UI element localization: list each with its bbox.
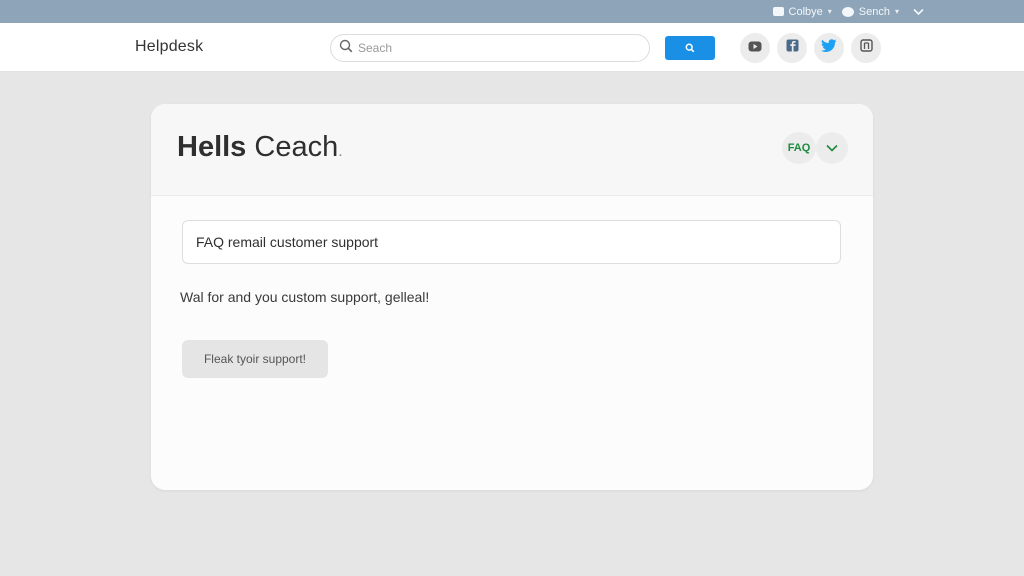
caret-icon: ▾ <box>894 7 899 16</box>
topbar-item-sench-label: Sench <box>858 5 890 18</box>
instagram-icon <box>859 39 873 57</box>
facebook-icon <box>786 39 799 57</box>
support-button[interactable]: Fleak tyoir support! <box>182 340 328 378</box>
chevron-down-icon[interactable] <box>913 8 924 16</box>
app-header: Helpdesk <box>0 23 1024 72</box>
chevron-down-icon <box>826 139 838 157</box>
card-title-dot: . <box>338 143 343 160</box>
twitter-button[interactable] <box>814 33 844 63</box>
help-card: Hells Ceach. FAQ Wal for and you custom … <box>151 104 873 490</box>
card-header: Hells Ceach. FAQ <box>151 104 873 196</box>
faq-badge[interactable]: FAQ <box>782 132 816 164</box>
twitter-icon <box>821 39 837 57</box>
brand-title: Helpdesk <box>135 38 204 55</box>
support-query-input[interactable] <box>182 220 841 264</box>
top-system-bar: Colbye ▾ Sench ▾ <box>0 0 1024 23</box>
support-message: Wal for and you custom support, gelleal! <box>180 289 430 305</box>
chat-icon <box>772 7 784 16</box>
card-title-bold: Hells <box>177 131 247 163</box>
cloud-icon <box>841 6 854 17</box>
search-input[interactable] <box>358 41 638 55</box>
topbar-item-colbye-label: Colbye <box>788 5 823 18</box>
caret-icon: ▾ <box>827 7 832 16</box>
youtube-button[interactable] <box>740 33 770 63</box>
topbar-item-sench[interactable]: Sench ▾ <box>841 5 899 18</box>
youtube-icon <box>748 39 762 57</box>
faq-toggle-button[interactable] <box>816 132 848 164</box>
topbar-item-colbye[interactable]: Colbye ▾ <box>772 5 832 18</box>
search-box[interactable] <box>330 34 650 62</box>
search-icon <box>339 39 353 58</box>
facebook-button[interactable] <box>777 33 807 63</box>
card-title: Hells Ceach. <box>177 131 343 164</box>
search-icon <box>685 41 695 56</box>
card-title-light: Ceach <box>254 131 339 163</box>
instagram-button[interactable] <box>851 33 881 63</box>
search-button[interactable] <box>665 36 715 60</box>
